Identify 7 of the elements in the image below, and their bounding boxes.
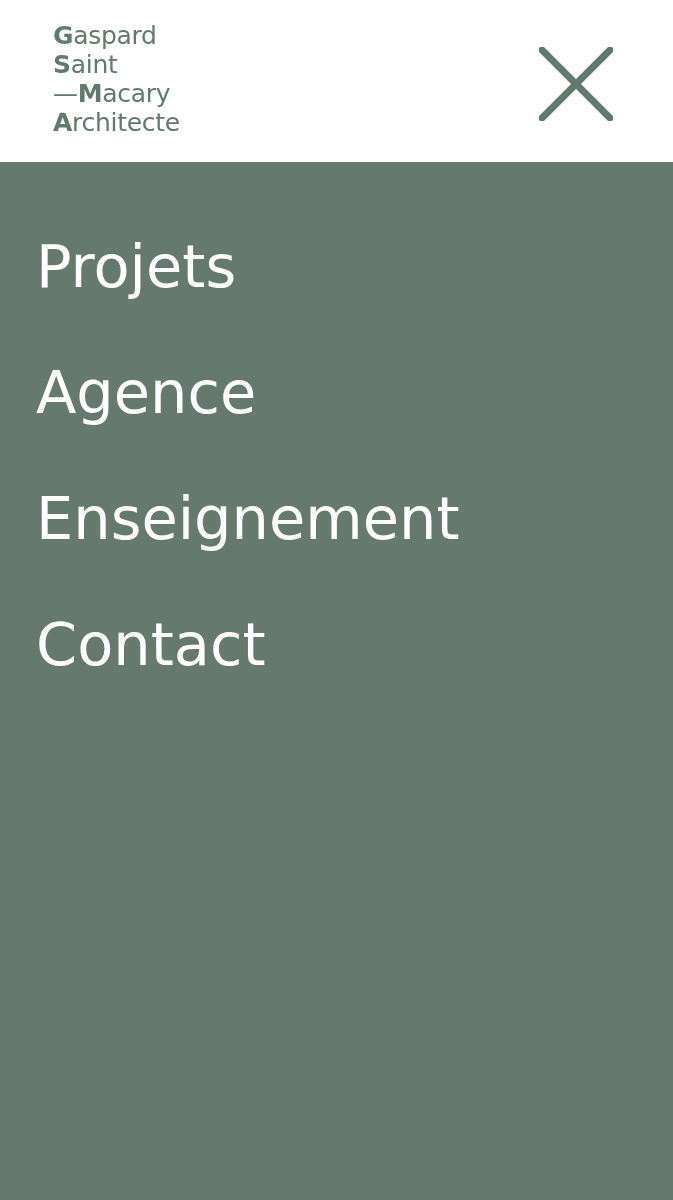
menu-link[interactable]: Projets — [36, 232, 237, 302]
menu-link[interactable]: Contact — [36, 610, 266, 680]
menu-link[interactable]: Agence — [36, 358, 257, 428]
menu-link[interactable]: Enseignement — [36, 484, 460, 554]
close-button[interactable] — [539, 47, 613, 121]
logo[interactable]: Gaspard Saint —Macary Architecte — [53, 21, 180, 137]
close-icon — [539, 47, 613, 121]
